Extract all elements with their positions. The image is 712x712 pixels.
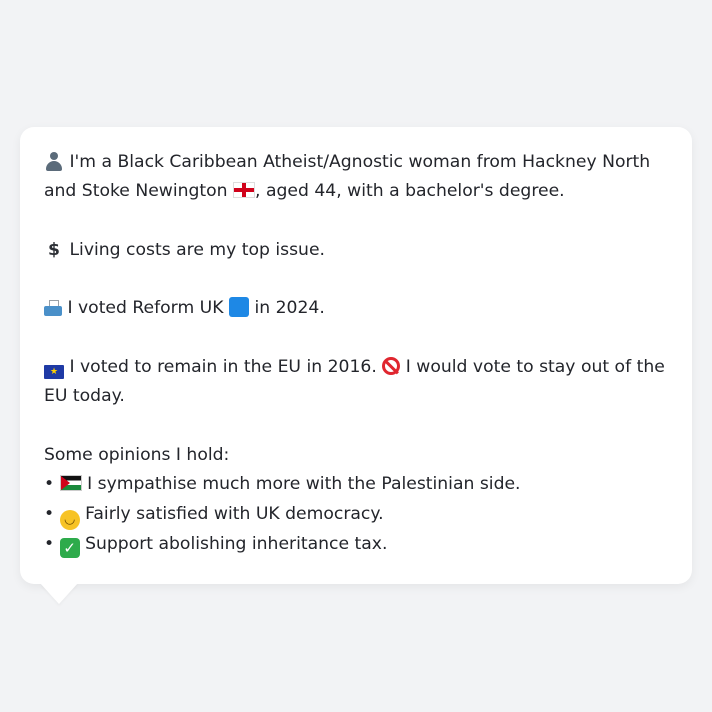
profile-bubble: I'm a Black Caribbean Atheist/Agnostic w…: [20, 127, 692, 584]
intro-paragraph: I'm a Black Caribbean Atheist/Agnostic w…: [44, 148, 668, 207]
opinions-heading: Some opinions I hold:: [44, 444, 230, 465]
intro-tail-text: , aged 44, with a bachelor's degree.: [255, 181, 565, 202]
eu-flag-icon: ★: [44, 365, 64, 380]
list-item: • ✓ Support abolishing inheritance tax.: [44, 533, 388, 558]
ballot-box-icon: [44, 300, 62, 317]
top-issue-text: Living costs are my top issue.: [69, 239, 325, 260]
eu-paragraph: ★ I voted to remain in the EU in 2016. I…: [44, 353, 668, 412]
dollar-icon: $: [48, 239, 60, 260]
opinion-text: Support abolishing inheritance tax.: [85, 533, 388, 554]
slight-smile-icon: ◡: [59, 509, 80, 530]
vote-2024-suffix: in 2024.: [254, 298, 325, 319]
palestine-flag-icon: [59, 475, 82, 492]
person-icon: [44, 151, 64, 171]
blue-square-icon: [228, 297, 249, 318]
vote-2024-paragraph: I voted Reform UK in 2024.: [44, 294, 668, 323]
top-issue-paragraph: $ Living costs are my top issue.: [44, 236, 668, 265]
opinion-text: I sympathise much more with the Palestin…: [87, 474, 521, 495]
list-item: • I sympathise much more with the Palest…: [44, 474, 521, 495]
opinion-text: Fairly satisfied with UK democracy.: [85, 503, 384, 524]
check-mark-icon: ✓: [59, 537, 80, 558]
prohibited-icon: [382, 357, 401, 376]
vote-2024-prefix: I voted Reform UK: [67, 298, 224, 319]
opinions-list: • I sympathise much more with the Palest…: [44, 470, 668, 559]
eu-2016-text: I voted to remain in the EU in 2016.: [69, 357, 377, 378]
list-item: • ◡ Fairly satisfied with UK democracy.: [44, 500, 668, 530]
bubble-tail: [40, 583, 78, 604]
england-flag-icon: [233, 182, 256, 199]
